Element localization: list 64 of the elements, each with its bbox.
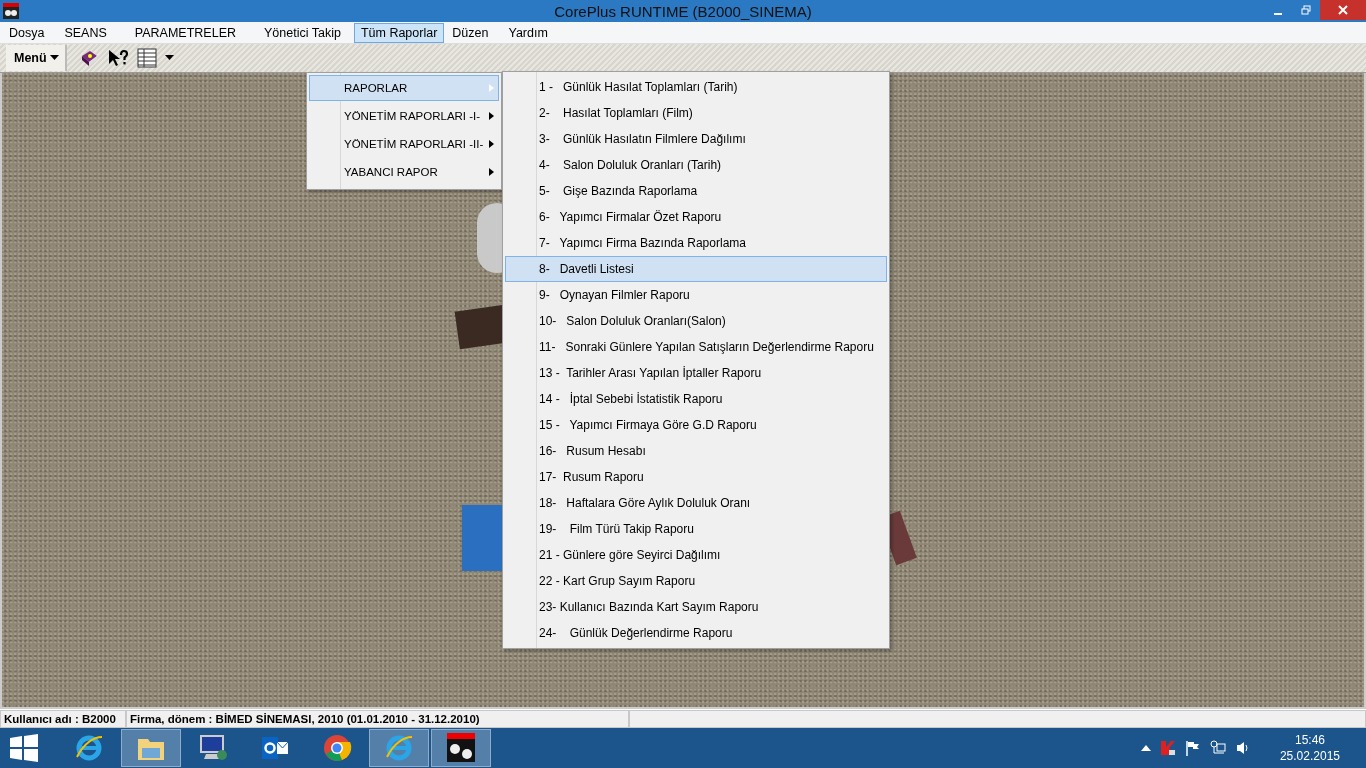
- film-reel-icon: [3, 3, 19, 19]
- menu-item[interactable]: YÖNETİM RAPORLARI -I-: [309, 103, 499, 129]
- menu-item[interactable]: 19- Film Türü Takip Raporu: [505, 516, 887, 542]
- computer-icon: [198, 733, 228, 763]
- minimize-icon: [1274, 13, 1282, 15]
- close-button[interactable]: [1320, 0, 1366, 20]
- menu-item[interactable]: 11- Sonraki Günlere Yapılan Satışların Değerlendirme Raporu: [505, 334, 887, 360]
- window-title: CorePlus RUNTIME (B2000_SINEMA): [553, 2, 813, 20]
- menu-item[interactable]: 14 - İptal Sebebi İstatistik Raporu: [505, 386, 887, 412]
- close-icon: [1338, 5, 1348, 15]
- menu-item[interactable]: 24- Günlük Değerlendirme Raporu: [505, 620, 887, 646]
- menu-item[interactable]: 8- Davetli Listesi: [505, 256, 887, 282]
- menu-item[interactable]: YABANCI RAPOR: [309, 159, 499, 185]
- menu-item[interactable]: 15 - Yapımcı Firmaya Göre G.D Raporu: [505, 412, 887, 438]
- menu-item[interactable]: 21 - Günlere göre Seyirci Dağılımı: [505, 542, 887, 568]
- menu-item[interactable]: 5- Gişe Bazında Raporlama: [505, 178, 887, 204]
- taskbar-button[interactable]: [431, 729, 491, 767]
- menu-item[interactable]: 4- Salon Doluluk Oranları (Tarih): [505, 152, 887, 178]
- menu-item[interactable]: 7- Yapımcı Firma Bazında Raporlama: [505, 230, 887, 256]
- menu-button[interactable]: Menü: [6, 45, 67, 71]
- menu-item[interactable]: 9- Oynayan Filmler Raporu: [505, 282, 887, 308]
- show-hidden-icons-icon[interactable]: [1140, 745, 1151, 751]
- windows-start-icon[interactable]: [9, 733, 39, 763]
- menu-item[interactable]: Düzen: [445, 22, 496, 43]
- grid-icon[interactable]: [136, 48, 157, 68]
- company-period-field: Firma, dönem : BİMED SİNEMASI, 2010 (01.01.2010 - 31.12.2010): [126, 710, 629, 728]
- browser-e-icon: [384, 733, 414, 763]
- submenu-arrow-icon: [489, 168, 494, 176]
- browser-e-icon: [74, 733, 104, 763]
- menu-item[interactable]: 18- Haftalara Göre Aylık Doluluk Oranı: [505, 490, 887, 516]
- submenu-arrow-icon: [489, 112, 494, 120]
- volume-icon[interactable]: [1234, 740, 1251, 756]
- menu-item[interactable]: 10- Salon Doluluk Oranları(Salon): [505, 308, 887, 334]
- flag-icon[interactable]: [1184, 740, 1201, 756]
- menu-item[interactable]: 6- Yapımcı Firmalar Özet Raporu: [505, 204, 887, 230]
- network-icon[interactable]: [1209, 740, 1226, 756]
- menu-item[interactable]: 3- Günlük Hasılatın Filmlere Dağılımı: [505, 126, 887, 152]
- clock-time[interactable]: 15:46: [1294, 732, 1325, 748]
- restore-icon: [1301, 5, 1311, 15]
- caret-icon: [49, 55, 59, 61]
- film-reel-icon: [445, 732, 477, 764]
- chrome-icon: [322, 733, 352, 763]
- menu-item[interactable]: 16- Rusum Hesabı: [505, 438, 887, 464]
- submenu-arrow-icon: [489, 140, 494, 148]
- menu-item[interactable]: Dosya: [2, 22, 52, 43]
- menu-item[interactable]: 17- Rusum Raporu: [505, 464, 887, 490]
- antivirus-k-icon[interactable]: [1159, 740, 1176, 756]
- menu-item[interactable]: Tüm Raporlar: [353, 22, 445, 43]
- help-pointer-icon[interactable]: [106, 48, 129, 68]
- menu-item[interactable]: 13 - Tarihler Arası Yapılan İptaller Raporu: [505, 360, 887, 386]
- user-name-field: Kullanıcı adı : B2000: [0, 710, 126, 728]
- menu-item[interactable]: SEANS: [57, 22, 114, 43]
- clock-date[interactable]: 25.02.2015: [1279, 748, 1340, 764]
- menu-item[interactable]: RAPORLAR: [309, 75, 499, 101]
- dropdown-caret-icon[interactable]: [164, 55, 174, 61]
- menu-item[interactable]: 2- Hasılat Toplamları (Film): [505, 100, 887, 126]
- menu-item[interactable]: 22 - Kart Grup Sayım Raporu: [505, 568, 887, 594]
- menu-item[interactable]: PARAMETRELER: [127, 22, 243, 43]
- submenu-arrow-icon: [489, 84, 494, 92]
- menu-item[interactable]: YÖNETİM RAPORLARI -II-: [309, 131, 499, 157]
- menu-item[interactable]: Yönetici Takip: [257, 22, 348, 43]
- menu-item[interactable]: 23- Kullanıcı Bazında Kart Sayım Raporu: [505, 594, 887, 620]
- menu-item[interactable]: Yardım: [501, 22, 555, 43]
- menu-item[interactable]: 1 - Günlük Hasılat Toplamları (Tarih): [505, 74, 887, 100]
